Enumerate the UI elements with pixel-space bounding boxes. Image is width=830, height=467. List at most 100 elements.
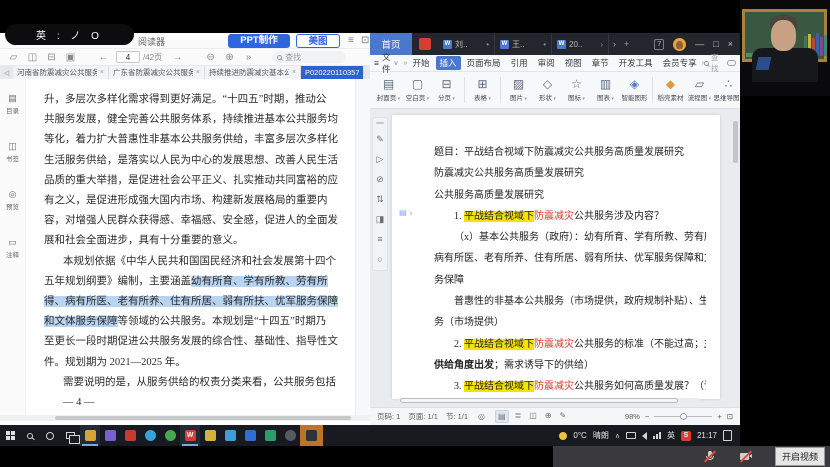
zoom-slider-knob[interactable] (680, 413, 687, 420)
wps-document-tab[interactable]: W刘..• (438, 33, 495, 55)
palette-tool-icon-2[interactable]: ⊘ (376, 175, 384, 184)
zoom-out-button[interactable]: − (645, 412, 649, 421)
input-language-indicator[interactable]: 英 (667, 430, 675, 441)
command-search[interactable]: 查找 (704, 52, 721, 74)
ribbon-button-图表[interactable]: ▥图表 ▾ (592, 78, 619, 102)
microphone-muted-icon[interactable] (703, 450, 717, 463)
edge-browser-icon[interactable] (140, 425, 160, 446)
print-icon[interactable]: ⊟ (42, 52, 61, 63)
view-mode-icon-4[interactable]: ✎ (558, 410, 569, 423)
save-icon[interactable]: ◫ (23, 52, 42, 63)
network-signal-icon[interactable] (653, 432, 661, 439)
view-mode-icon-3[interactable]: ⊕ (543, 410, 554, 423)
zoom-percentage[interactable]: 98% (625, 412, 640, 421)
more-tools-icon[interactable]: » (239, 52, 258, 63)
expand-icon[interactable]: ⊡ (361, 35, 369, 46)
file-menu[interactable]: ≡ 文件 ∨ (374, 51, 399, 75)
menu-item-开发工具[interactable]: 开发工具 (615, 56, 657, 70)
copy-icon[interactable]: ▣ (61, 52, 80, 63)
menu-item-页面布局[interactable]: 页面布局 (463, 56, 505, 70)
scrollbar-thumb[interactable] (400, 398, 678, 403)
pdf-sidebar-item-目录[interactable]: ▤目录 (6, 93, 19, 115)
tab-overflow-icon[interactable]: › (613, 39, 616, 49)
purple-app-icon[interactable] (100, 425, 120, 446)
menu-icon[interactable]: ≡ (348, 35, 354, 46)
scrollbar-thumb[interactable] (55, 416, 351, 420)
menu-item-引用[interactable]: 引用 (507, 56, 532, 70)
dark-app-icon[interactable] (280, 425, 300, 446)
ribbon-button-流程图[interactable]: ▱流程图 ▾ (686, 78, 713, 102)
next-page-button[interactable]: → (168, 52, 187, 63)
ribbon-button-图片[interactable]: ▨图片 ▾ (505, 78, 532, 102)
start-button[interactable] (0, 425, 20, 446)
wps-document-tab[interactable]: W20..› (552, 33, 609, 55)
horizontal-scrollbar[interactable] (398, 398, 700, 403)
search-input[interactable]: 查找 (272, 51, 346, 63)
blue-app-icon[interactable] (240, 425, 260, 446)
minimize-button[interactable]: — (695, 39, 704, 49)
action-center-icon[interactable] (723, 430, 732, 441)
ribbon-button-空白页[interactable]: ▢空白页 ▾ (404, 78, 431, 102)
photos-app-icon[interactable] (220, 425, 240, 446)
meitu-button[interactable]: 美图 (296, 34, 340, 48)
weather-label[interactable]: 晴朗 (593, 430, 609, 441)
file-explorer-icon[interactable] (80, 425, 100, 446)
new-tab-button[interactable]: + (624, 39, 629, 49)
red-app-icon[interactable] (120, 425, 140, 446)
pdf-horizontal-scrollbar[interactable] (0, 415, 370, 421)
pdf-sidebar-item-预览[interactable]: ◎预览 (6, 189, 19, 211)
weather-icon[interactable] (559, 432, 567, 440)
palette-tool-icon-0[interactable]: ✎ (376, 135, 384, 144)
tab-close-icon[interactable]: × (292, 69, 296, 76)
paragraph-marker-icon[interactable]: ▤ ∨ (399, 208, 413, 217)
ribbon-button-表格[interactable]: ⊞表格 ▾ (469, 78, 496, 102)
notification-badge[interactable]: 7 (654, 39, 664, 50)
palette-tool-icon-3[interactable]: ⇅ (376, 195, 384, 204)
speaker-icon[interactable] (642, 432, 647, 440)
palette-tool-icon-6[interactable]: ○ (377, 255, 382, 264)
ribbon-button-封面页[interactable]: ▤封面页 ▾ (375, 78, 402, 102)
temperature-label[interactable]: 0°C (573, 431, 586, 440)
menu-item-会员专享[interactable]: 会员专享 (659, 56, 701, 70)
green-app-icon[interactable] (160, 425, 180, 446)
menu-item-章节[interactable]: 章节 (588, 56, 613, 70)
ribbon-button-智能图形[interactable]: ◈智能图形 (621, 78, 648, 102)
menu-item-视图[interactable]: 视图 (561, 56, 586, 70)
zoom-out-icon[interactable]: ⊖ (201, 52, 220, 63)
ime-status-pill[interactable]: 英 : ノ O (5, 24, 134, 45)
pdf-app-icon[interactable] (419, 38, 431, 50)
tray-expand-icon[interactable]: ∧ (615, 432, 620, 440)
pdf-document-tab[interactable]: 持续推进防震减灾基本公共× (205, 66, 301, 79)
spellcheck-eye-icon[interactable]: ◎ (476, 411, 487, 422)
fullscreen-icon[interactable]: ⊡ (727, 412, 733, 421)
map-app-icon[interactable] (260, 425, 280, 446)
page-number-input[interactable]: 4 (116, 51, 140, 63)
tab-scroll-left-icon[interactable]: ◁ (0, 66, 13, 79)
search-icon[interactable] (20, 425, 40, 446)
zoom-slider[interactable] (654, 416, 712, 417)
pdf-sidebar-item-书签[interactable]: ◫书签 (6, 141, 19, 163)
menu-item-插入[interactable]: 插入 (436, 56, 461, 70)
wps-office-icon[interactable]: W (180, 425, 200, 446)
avatar[interactable] (673, 38, 686, 51)
tab-close-icon[interactable]: × (100, 69, 104, 76)
open-file-icon[interactable]: ▱ (4, 52, 23, 63)
palette-tool-icon-4[interactable]: ◨ (376, 215, 385, 224)
pdf-document-tab[interactable]: 河南省防震减灾公共服务能× (13, 66, 109, 79)
zoom-in-icon[interactable]: ⊕ (220, 52, 239, 63)
meeting-app-icon[interactable] (300, 425, 323, 446)
ribbon-button-稻壳素材[interactable]: ◆稻壳素材 (657, 78, 684, 102)
stack-app-icon[interactable] (200, 425, 220, 446)
view-mode-icon-0[interactable]: ▤ (495, 410, 509, 423)
menu-item-开始[interactable]: 开始 (409, 56, 434, 70)
maximize-button[interactable]: □ (713, 39, 718, 49)
clock[interactable]: 21:17 (697, 431, 717, 440)
ribbon-button-形状[interactable]: ◇形状 ▾ (534, 78, 561, 102)
tab-close-icon[interactable]: × (196, 69, 200, 76)
keyboard-icon[interactable] (626, 432, 636, 439)
prev-page-button[interactable]: ← (94, 52, 113, 63)
sogou-ime-icon[interactable]: S (681, 431, 691, 441)
ppt-make-button[interactable]: PPT制作 (228, 34, 290, 48)
task-view-icon[interactable] (60, 425, 80, 446)
ribbon-button-图标[interactable]: ☆图标 ▾ (563, 78, 590, 102)
